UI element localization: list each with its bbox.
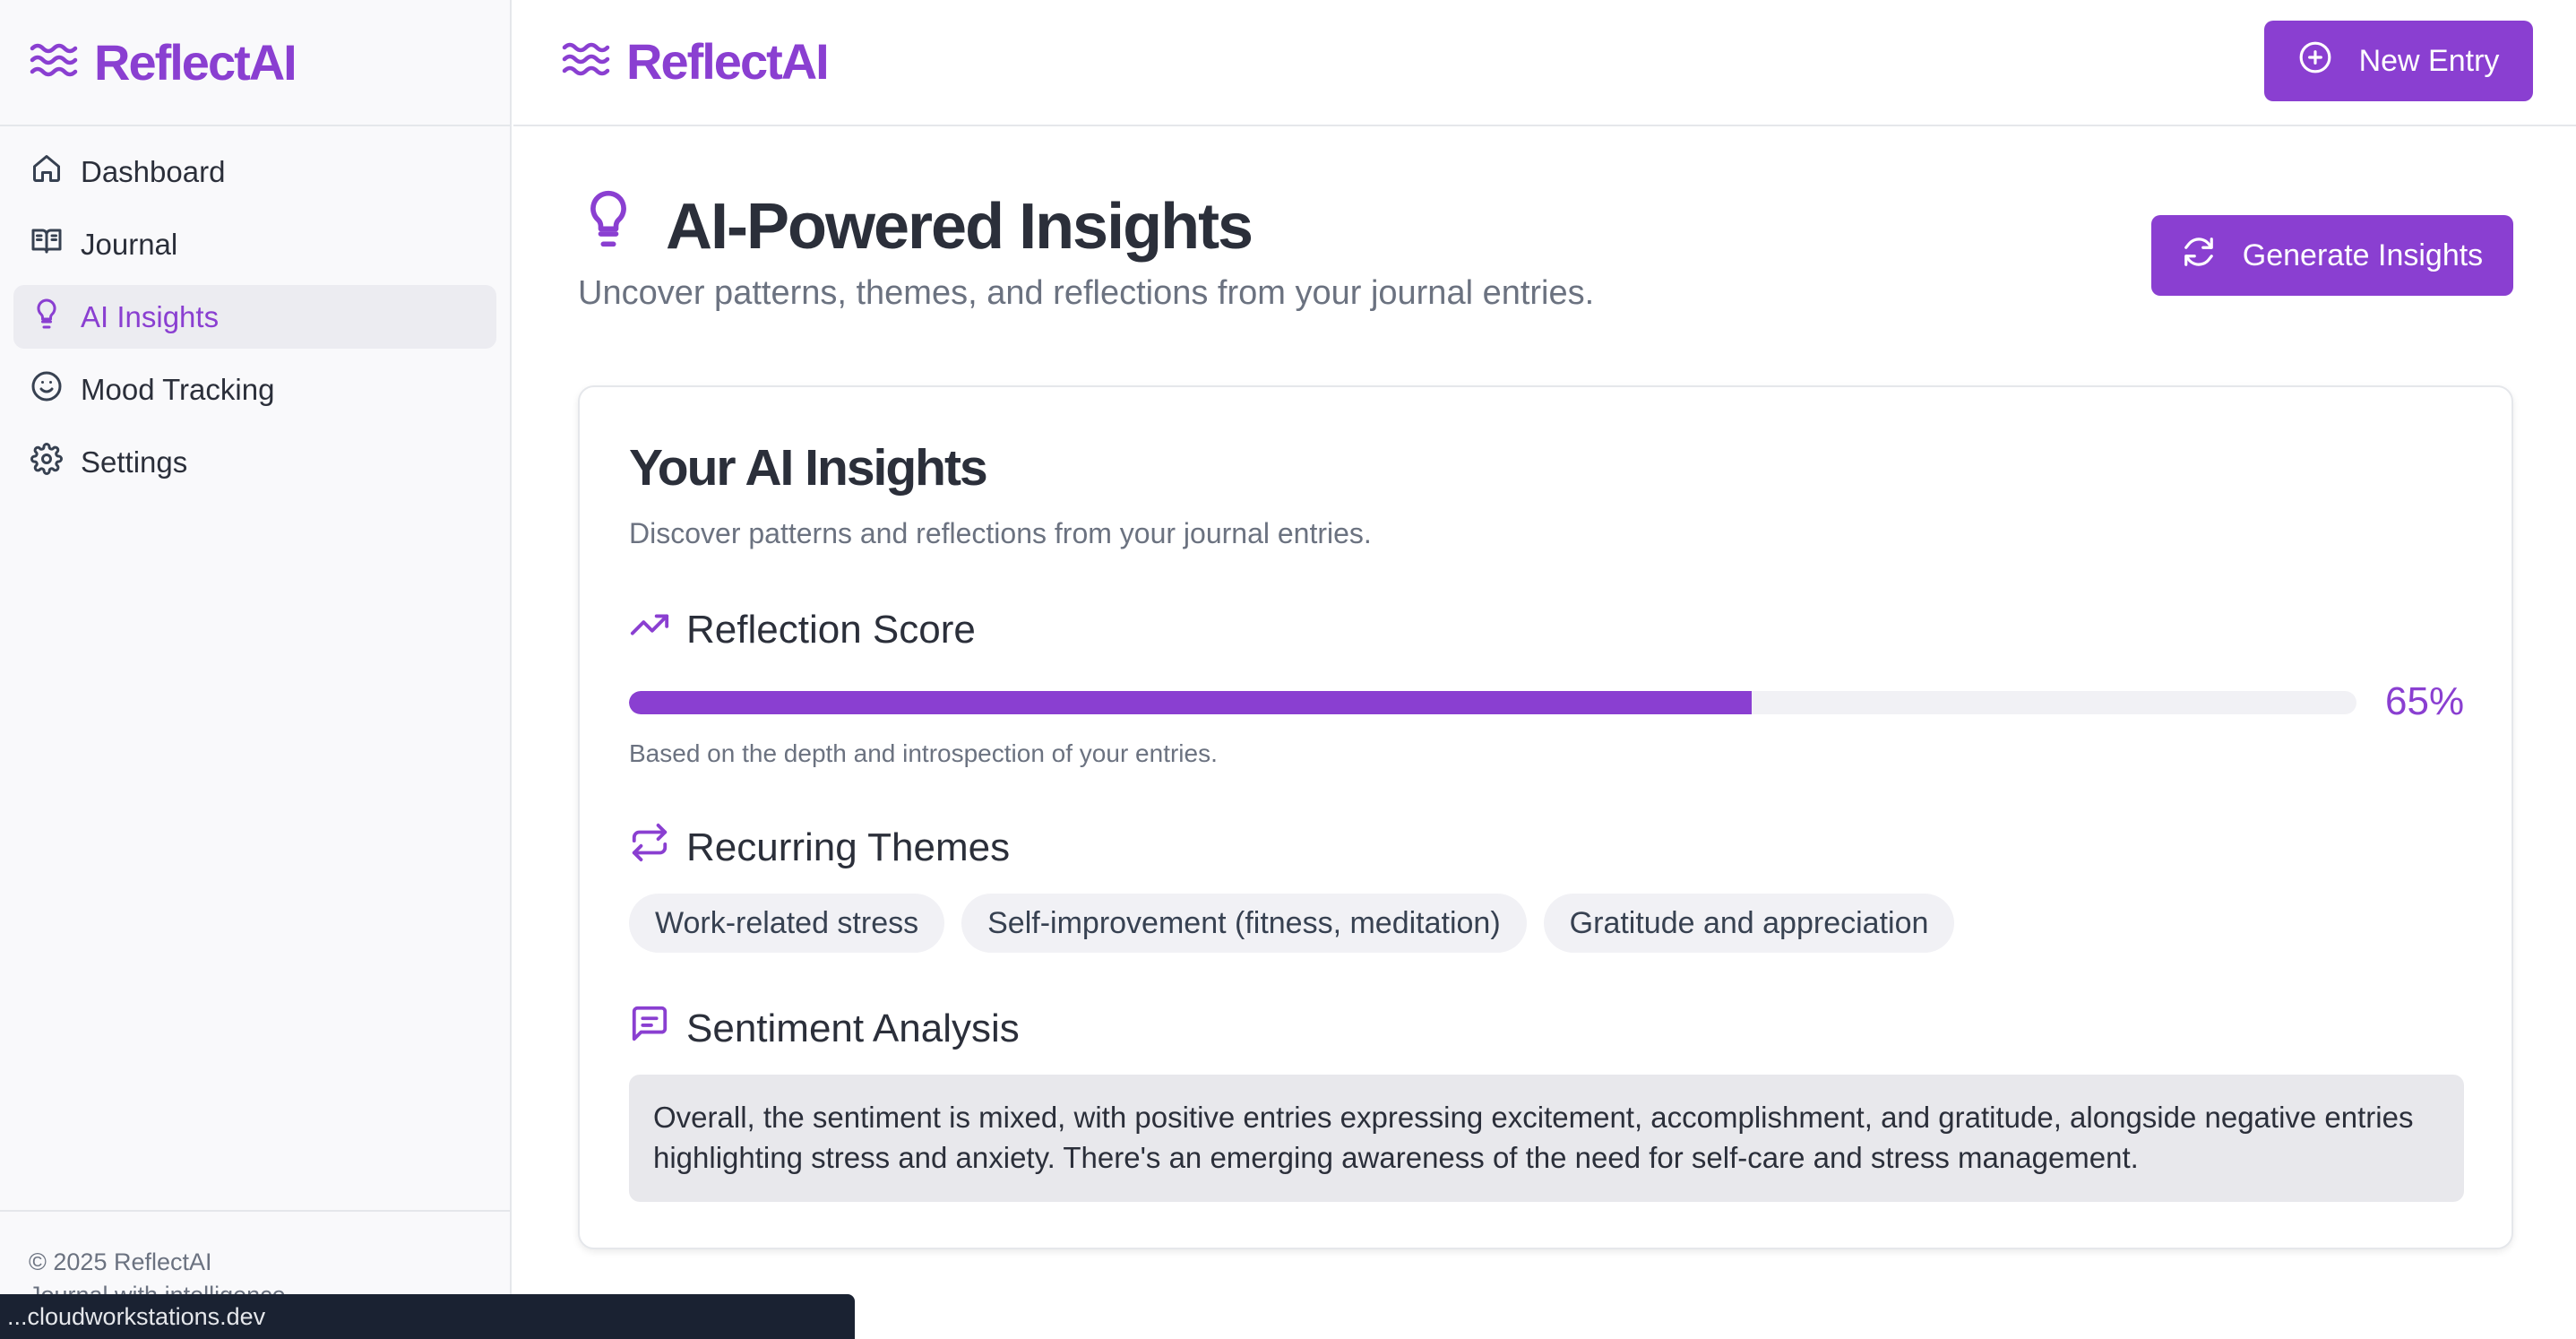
brand-name: ReflectAI bbox=[626, 33, 830, 90]
theme-tag: Gratitude and appreciation bbox=[1543, 894, 1955, 953]
sidebar-item-dashboard[interactable]: Dashboard bbox=[13, 140, 496, 203]
refresh-icon bbox=[2182, 235, 2216, 277]
recurring-themes-title: Recurring Themes bbox=[686, 825, 1011, 869]
new-entry-button[interactable]: New Entry bbox=[2264, 21, 2533, 101]
recurring-themes-heading: Recurring Themes bbox=[629, 822, 1010, 873]
sidebar-item-ai-insights[interactable]: AI Insights bbox=[13, 285, 496, 349]
insights-card: Your AI Insights Discover patterns and r… bbox=[578, 385, 2513, 1249]
sidebar-item-label: Mood Tracking bbox=[81, 372, 275, 406]
top-bar: ReflectAI New Entry bbox=[513, 0, 2576, 126]
sidebar-item-label: Journal bbox=[81, 227, 178, 261]
sidebar-item-settings[interactable]: Settings bbox=[13, 430, 496, 494]
themes-list: Work-related stress Self-improvement (fi… bbox=[629, 894, 1955, 953]
sidebar-item-journal[interactable]: Journal bbox=[13, 212, 496, 276]
gear-icon bbox=[30, 442, 63, 482]
header-brand[interactable]: ReflectAI bbox=[562, 32, 830, 91]
sidebar-nav: Dashboard Journal AI Insights Mood Track… bbox=[0, 126, 510, 516]
trending-up-icon bbox=[629, 604, 670, 655]
sentiment-analysis-heading: Sentiment Analysis bbox=[629, 1003, 1020, 1054]
reflection-score-heading: Reflection Score bbox=[629, 604, 976, 655]
sidebar-item-label: AI Insights bbox=[81, 299, 220, 333]
reflection-score-title: Reflection Score bbox=[686, 607, 976, 652]
sentiment-text: Overall, the sentiment is mixed, with po… bbox=[629, 1075, 2464, 1202]
theme-tag: Self-improvement (fitness, meditation) bbox=[961, 894, 1527, 953]
theme-tag: Work-related stress bbox=[629, 894, 945, 953]
home-icon bbox=[30, 152, 63, 192]
sentiment-analysis-title: Sentiment Analysis bbox=[686, 1006, 1020, 1050]
sidebar: ReflectAI Dashboard Journal AI Insights … bbox=[0, 0, 512, 1339]
repeat-icon bbox=[629, 822, 670, 873]
generate-insights-button[interactable]: Generate Insights bbox=[2151, 215, 2513, 296]
sidebar-item-label: Settings bbox=[81, 445, 188, 479]
page-title-text: AI-Powered Insights bbox=[666, 190, 1254, 263]
waves-icon bbox=[30, 42, 78, 82]
lightbulb-icon bbox=[30, 298, 63, 337]
card-title: Your AI Insights bbox=[629, 439, 988, 497]
copyright-text: © 2025 ReflectAI bbox=[29, 1248, 212, 1275]
plus-circle-icon bbox=[2298, 40, 2332, 82]
brand-name: ReflectAI bbox=[94, 34, 297, 91]
new-entry-label: New Entry bbox=[2358, 43, 2500, 78]
reflection-score-value: 65% bbox=[2385, 679, 2465, 723]
sidebar-item-mood-tracking[interactable]: Mood Tracking bbox=[13, 358, 496, 421]
card-subtitle: Discover patterns and reflections from y… bbox=[629, 517, 1372, 549]
smile-icon bbox=[30, 370, 63, 410]
lightbulb-icon bbox=[578, 188, 639, 264]
message-square-icon bbox=[629, 1003, 670, 1054]
reflection-progress-bar bbox=[629, 691, 2356, 714]
page-title: AI-Powered Insights bbox=[578, 188, 1254, 264]
status-url: ...cloudworkstations.dev bbox=[0, 1294, 855, 1339]
waves-icon bbox=[562, 41, 610, 82]
sidebar-item-label: Dashboard bbox=[81, 154, 226, 188]
sidebar-brand[interactable]: ReflectAI bbox=[0, 0, 510, 126]
generate-insights-label: Generate Insights bbox=[2242, 238, 2484, 272]
reflection-score-note: Based on the depth and introspection of … bbox=[629, 739, 1218, 767]
page-subtitle: Uncover patterns, themes, and reflection… bbox=[578, 274, 1595, 312]
book-open-icon bbox=[30, 225, 63, 264]
reflection-progress-fill bbox=[629, 691, 1753, 714]
